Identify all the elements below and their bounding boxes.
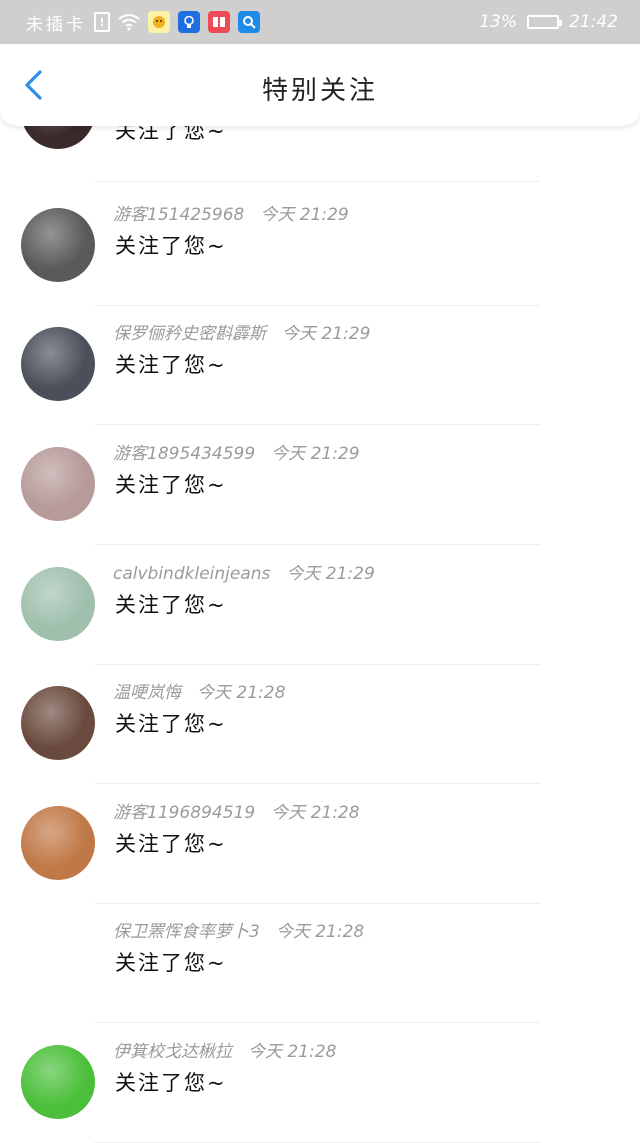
follow-time: 今天 21:29 [260, 205, 349, 225]
follow-message: 关注了您~ [115, 473, 227, 497]
meta-line: 保卫罴恽食率萝卜3 今天 21:28 [113, 917, 364, 942]
follower-name[interactable]: 游客151425968 [113, 205, 244, 225]
follower-name[interactable]: 游客1895434599 [113, 444, 255, 464]
follower-name[interactable]: 保罗俪矜史密斟霹斯 [113, 324, 266, 344]
list-item[interactable]: 游客151425968 今天 21:29 关注了您~ [0, 186, 640, 306]
meta-line: 保罗俪矜史密斟霹斯 今天 21:29 [113, 319, 370, 344]
follow-message: 关注了您~ [115, 951, 227, 975]
follow-message: 关注了您~ [115, 353, 227, 377]
list-item[interactable]: 温哽岚悔 今天 21:28 关注了您~ [0, 664, 640, 784]
meta-line: 游客151425968 今天 21:29 [113, 200, 349, 225]
meta-line: 游客1196894519 今天 21:28 [113, 798, 360, 823]
follow-message: 关注了您~ [115, 234, 227, 258]
avatar[interactable] [21, 327, 95, 401]
header: 特别关注 [0, 44, 640, 126]
list-item[interactable]: 游客1196894519 今天 21:28 关注了您~ [0, 784, 640, 904]
follow-message: 关注了您~ [115, 712, 227, 736]
meta-line: 游客1895434599 今天 21:29 [113, 439, 360, 464]
follower-name[interactable]: 保卫罴恽食率萝卜3 [113, 922, 260, 942]
follower-name[interactable]: 游客1196894519 [113, 803, 255, 823]
avatar[interactable] [21, 686, 95, 760]
list-item[interactable]: 伊箕校戈达楸拉 今天 21:28 关注了您~ [0, 1023, 640, 1143]
follow-message: 关注了您~ [115, 1071, 227, 1095]
follower-name[interactable]: calvbindkleinjeans [113, 564, 270, 584]
avatar[interactable] [21, 1045, 95, 1119]
follower-name[interactable]: 温哽岚悔 [113, 683, 181, 703]
avatar[interactable] [21, 567, 95, 641]
follow-time: 今天 21:29 [286, 564, 375, 584]
follow-time: 今天 21:28 [271, 803, 360, 823]
avatar[interactable] [21, 208, 95, 282]
follow-time: 今天 21:28 [248, 1042, 337, 1062]
follow-message: 关注了您~ [115, 593, 227, 617]
divider [95, 181, 540, 182]
list-item[interactable]: 保卫罴恽食率萝卜3 今天 21:28 关注了您~ [0, 903, 640, 1023]
list-item[interactable]: calvbindkleinjeans 今天 21:29 关注了您~ [0, 545, 640, 665]
follow-time: 今天 21:28 [275, 922, 365, 942]
avatar[interactable] [21, 925, 95, 999]
follow-message: 关注了您~ [115, 832, 227, 856]
list-item[interactable]: 保罗俪矜史密斟霹斯 今天 21:29 关注了您~ [0, 305, 640, 425]
avatar[interactable] [21, 806, 95, 880]
avatar[interactable] [21, 447, 95, 521]
meta-line: 温哽岚悔 今天 21:28 [113, 678, 285, 703]
follower-name[interactable]: 伊箕校戈达楸拉 [113, 1042, 232, 1062]
meta-line: 伊箕校戈达楸拉 今天 21:28 [113, 1037, 336, 1062]
meta-line: calvbindkleinjeans 今天 21:29 [113, 559, 375, 584]
list-item[interactable]: 游客1895434599 今天 21:29 关注了您~ [0, 425, 640, 545]
follow-time: 今天 21:29 [282, 324, 371, 344]
page-title: 特别关注 [261, 76, 378, 106]
follow-time: 今天 21:29 [271, 444, 360, 464]
follow-time: 今天 21:28 [197, 683, 286, 703]
